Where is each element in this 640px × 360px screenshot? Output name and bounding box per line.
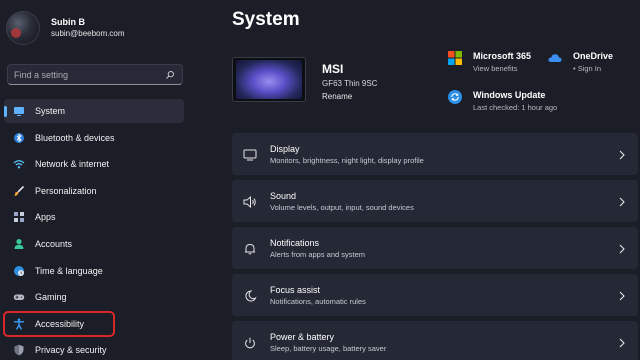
rename-link[interactable]: Rename — [322, 90, 377, 103]
onedrive-cloud-icon — [548, 51, 562, 65]
card-description: Monitors, brightness, night light, displ… — [270, 156, 424, 165]
card-description: Alerts from apps and system — [270, 250, 366, 259]
quick-subtitle: Last checked: 1 hour ago — [473, 103, 558, 112]
chevron-right-icon — [618, 242, 626, 254]
avatar[interactable] — [6, 11, 40, 45]
sidebar-item-label: Accessibility — [35, 318, 85, 329]
speaker-icon — [243, 195, 257, 209]
microsoft-365-link[interactable]: Microsoft 365 View benefits — [448, 50, 531, 75]
sidebar-item-privacy-security[interactable]: Privacy & security — [4, 338, 184, 360]
sidebar-item-label: Apps — [35, 212, 56, 223]
card-title: Focus assist — [270, 285, 321, 295]
sidebar-item-time-language[interactable]: Time & language — [4, 259, 184, 283]
power-icon — [243, 336, 257, 349]
notifications-settings-card[interactable]: Notifications Alerts from apps and syste… — [232, 227, 638, 269]
device-wallpaper-thumbnail — [232, 57, 306, 102]
accessibility-icon — [13, 318, 25, 330]
system-icon — [13, 105, 25, 117]
globe-clock-icon — [13, 265, 25, 277]
nav-list: System Bluetooth & devices Network & int… — [3, 99, 184, 360]
microsoft-logo-icon — [448, 51, 462, 65]
search-icon[interactable] — [164, 69, 176, 81]
sidebar-item-gaming[interactable]: Gaming — [4, 285, 184, 309]
main-content: System MSI GF63 Thin 9SC Rename Microsof… — [196, 0, 640, 360]
quick-title: Windows Update — [473, 90, 546, 100]
focus-assist-settings-card[interactable]: Focus assist Notifications, automatic ru… — [232, 274, 638, 316]
power-battery-settings-card[interactable]: Power & battery Sleep, battery usage, ba… — [232, 321, 638, 360]
moon-icon — [243, 289, 257, 302]
quick-title: OneDrive — [573, 51, 614, 61]
wallpaper-image — [236, 60, 302, 99]
card-title: Power & battery — [270, 332, 335, 342]
sidebar-item-label: System — [35, 106, 66, 116]
apps-icon — [13, 211, 25, 223]
quick-title: Microsoft 365 — [473, 51, 532, 61]
wifi-icon — [13, 158, 25, 170]
card-title: Notifications — [270, 238, 320, 248]
sidebar-item-accessibility[interactable]: Accessibility — [3, 310, 115, 337]
user-name: Subin B — [51, 17, 85, 27]
sidebar-item-bluetooth[interactable]: Bluetooth & devices — [4, 126, 184, 150]
bluetooth-icon — [13, 132, 25, 144]
sidebar-item-label: Personalization — [35, 185, 97, 196]
device-name: MSI — [322, 62, 344, 76]
sidebar: Subin B subin@beebom.com System Bluetoot… — [0, 0, 196, 360]
card-description: Volume levels, output, input, sound devi… — [270, 203, 414, 212]
update-sync-icon — [448, 90, 462, 104]
search-box[interactable] — [7, 64, 183, 85]
sidebar-item-system[interactable]: System — [4, 99, 184, 123]
user-email: subin@beebom.com — [51, 29, 125, 38]
chevron-right-icon — [618, 148, 626, 160]
sidebar-item-label: Privacy & security — [35, 345, 107, 356]
display-icon — [243, 148, 257, 161]
card-description: Sleep, battery usage, battery saver — [270, 344, 387, 353]
chevron-right-icon — [618, 289, 626, 301]
windows-update-link[interactable]: Windows Update Last checked: 1 hour ago — [448, 89, 557, 114]
shield-icon — [13, 344, 25, 356]
sidebar-item-accounts[interactable]: Accounts — [4, 232, 184, 256]
page-title: System — [232, 9, 300, 30]
quick-subtitle: View benefits — [473, 64, 518, 73]
sidebar-item-apps[interactable]: Apps — [4, 205, 184, 229]
sidebar-item-network[interactable]: Network & internet — [4, 152, 184, 176]
bell-icon — [243, 242, 257, 255]
search-input[interactable] — [14, 69, 164, 80]
person-icon — [13, 238, 25, 250]
brush-icon — [13, 185, 25, 197]
sidebar-item-label: Network & internet — [35, 159, 110, 170]
device-info: MSI GF63 Thin 9SC Rename — [322, 62, 377, 103]
chevron-right-icon — [618, 195, 626, 207]
sound-settings-card[interactable]: Sound Volume levels, output, input, soun… — [232, 180, 638, 222]
sidebar-item-personalization[interactable]: Personalization — [4, 179, 184, 203]
display-settings-card[interactable]: Display Monitors, brightness, night ligh… — [232, 133, 638, 175]
quick-subtitle: • Sign In — [573, 64, 602, 73]
user-profile[interactable]: Subin B subin@beebom.com — [6, 8, 125, 48]
device-model: GF63 Thin 9SC — [322, 79, 378, 88]
sidebar-item-label: Accounts — [35, 238, 73, 249]
card-title: Sound — [270, 191, 297, 201]
sidebar-item-label: Bluetooth & devices — [35, 132, 115, 143]
onedrive-link[interactable]: OneDrive • Sign In — [548, 50, 613, 75]
card-title: Display — [270, 144, 300, 154]
sidebar-item-label: Gaming — [35, 292, 67, 303]
card-description: Notifications, automatic rules — [270, 297, 366, 306]
gamepad-icon — [13, 291, 25, 303]
chevron-right-icon — [618, 336, 626, 348]
sidebar-item-label: Time & language — [35, 265, 103, 276]
